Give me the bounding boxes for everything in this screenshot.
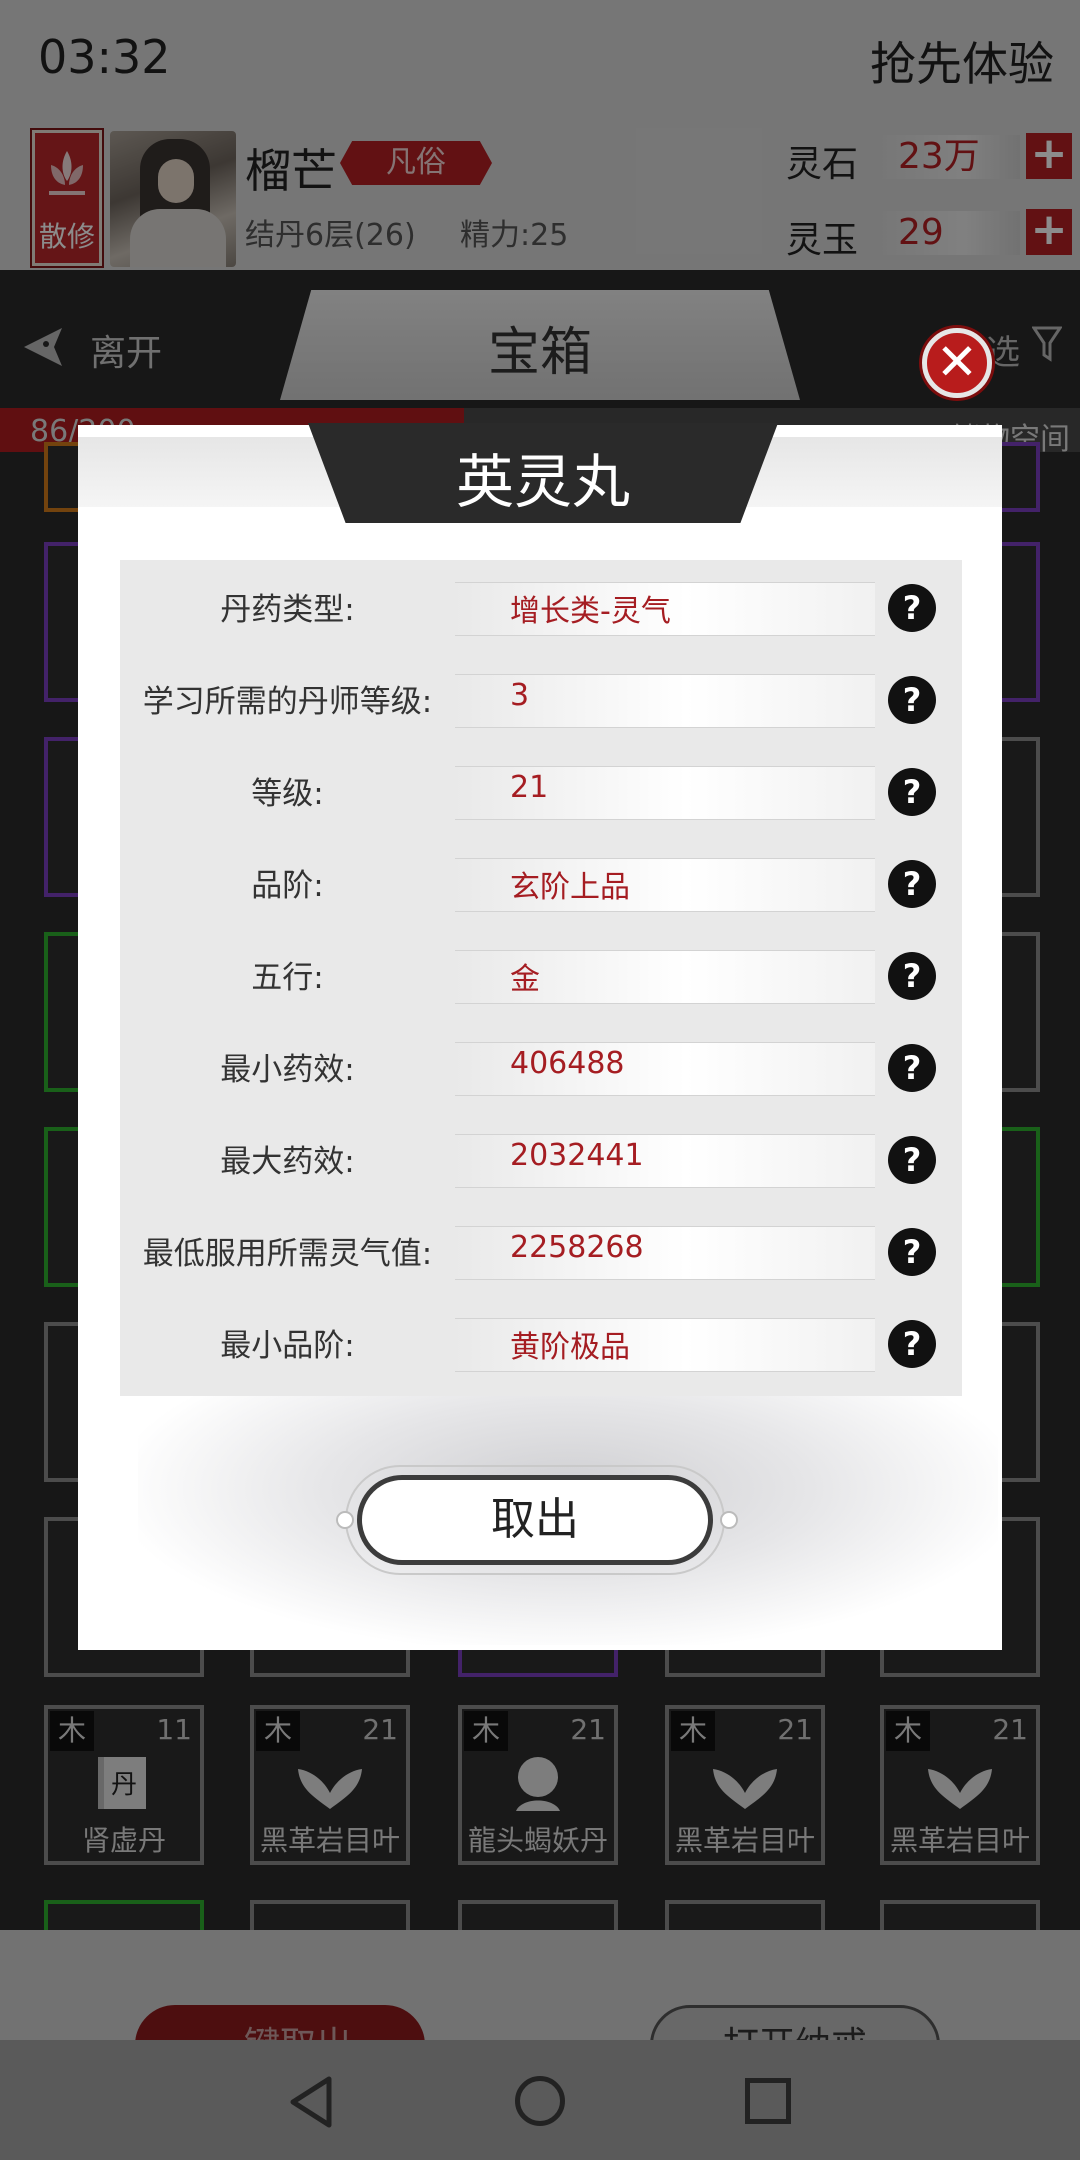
attribute-row: 品阶: 玄阶上品? bbox=[120, 838, 962, 930]
attribute-label: 最小品阶: bbox=[220, 1328, 355, 1364]
nav-recent-apps-icon[interactable] bbox=[745, 2078, 791, 2124]
attribute-value: 黄阶极品 bbox=[510, 1330, 630, 1365]
attribute-value: 金 bbox=[510, 962, 540, 997]
screen: 03:32 抢先体验 散修 榴芒 凡俗 结丹6层(26) 精力:25 灵石 23… bbox=[0, 0, 1080, 2160]
help-icon[interactable]: ? bbox=[888, 584, 936, 632]
attribute-value: 406488 bbox=[510, 1046, 625, 1081]
attribute-row: 最低服用所需灵气值: 2258268? bbox=[120, 1206, 962, 1298]
attribute-label: 学习所需的丹师等级: bbox=[142, 684, 433, 720]
close-dialog-button[interactable]: ✕ bbox=[922, 328, 992, 398]
attribute-row: 五行: 金? bbox=[120, 930, 962, 1022]
nav-back-icon[interactable] bbox=[285, 2075, 339, 2129]
attribute-label: 最小药效: bbox=[220, 1052, 355, 1088]
attribute-label: 等级: bbox=[251, 776, 324, 812]
attribute-row: 最小品阶: 黄阶极品? bbox=[120, 1298, 962, 1390]
attribute-label: 最低服用所需灵气值: bbox=[142, 1236, 433, 1272]
attribute-value: 21 bbox=[510, 770, 549, 805]
attribute-label: 五行: bbox=[251, 960, 324, 996]
help-icon[interactable]: ? bbox=[888, 768, 936, 816]
attribute-label: 品阶: bbox=[251, 868, 324, 904]
attribute-row: 学习所需的丹师等级: 3? bbox=[120, 654, 962, 746]
help-icon[interactable]: ? bbox=[888, 1044, 936, 1092]
help-icon[interactable]: ? bbox=[888, 1136, 936, 1184]
attribute-value: 玄阶上品 bbox=[510, 870, 630, 905]
button-knob-right bbox=[720, 1511, 738, 1529]
attribute-panel: 丹药类型: 增长类-灵气? 学习所需的丹师等级: 3? 等级: 21? 品阶: 玄阶上品? 五行… bbox=[120, 560, 962, 1396]
help-icon[interactable]: ? bbox=[888, 1228, 936, 1276]
attribute-row: 最小药效: 406488? bbox=[120, 1022, 962, 1114]
nav-home-icon[interactable] bbox=[515, 2076, 565, 2126]
help-icon[interactable]: ? bbox=[888, 952, 936, 1000]
attribute-row: 等级: 21? bbox=[120, 746, 962, 838]
button-knob-left bbox=[336, 1511, 354, 1529]
attribute-row: 丹药类型: 增长类-灵气? bbox=[120, 562, 962, 654]
close-icon: ✕ bbox=[936, 333, 978, 391]
attribute-value: 3 bbox=[510, 678, 530, 713]
attribute-value: 2258268 bbox=[510, 1230, 644, 1265]
attribute-value: 增长类-灵气 bbox=[510, 594, 671, 629]
help-icon[interactable]: ? bbox=[888, 860, 936, 908]
item-detail-dialog: 英灵丸 丹药类型: 增长类-灵气? 学习所需的丹师等级: 3? 等级: 21? 品阶: 玄阶上… bbox=[78, 423, 1002, 1650]
attribute-label: 丹药类型: bbox=[220, 592, 355, 628]
attribute-row: 最大药效: 2032441? bbox=[120, 1114, 962, 1206]
attribute-value: 2032441 bbox=[510, 1138, 644, 1173]
help-icon[interactable]: ? bbox=[888, 1320, 936, 1368]
dialog-title: 英灵丸 bbox=[455, 448, 630, 516]
help-icon[interactable]: ? bbox=[888, 676, 936, 724]
system-nav-bar bbox=[0, 2040, 1080, 2160]
take-out-button-frame: 取出 bbox=[336, 1465, 738, 1575]
attribute-label: 最大药效: bbox=[220, 1144, 355, 1180]
take-out-button[interactable]: 取出 bbox=[357, 1475, 713, 1565]
